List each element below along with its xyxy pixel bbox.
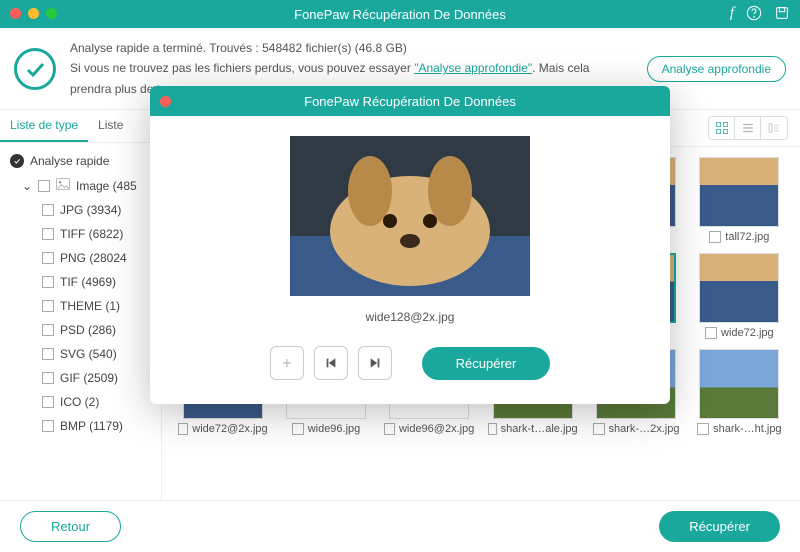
tree-item[interactable]: BMP (1179): [0, 414, 161, 438]
success-check-icon: [14, 48, 56, 90]
summary-line1: Analyse rapide a terminé. Trouvés : 5484…: [70, 38, 633, 58]
detail-view-icon[interactable]: [761, 117, 787, 139]
maximize-window-icon[interactable]: [46, 8, 57, 19]
grid-cell[interactable]: wide72.jpg: [693, 253, 786, 339]
preview-image: [290, 136, 530, 296]
app-title: FonePaw Récupération De Données: [294, 7, 506, 22]
minimize-window-icon[interactable]: [28, 8, 39, 19]
tree-item[interactable]: SVG (540): [0, 342, 161, 366]
tree-item[interactable]: ICO (2): [0, 390, 161, 414]
sidebar: Liste de type Liste Analyse rapide ⌄ Ima…: [0, 110, 162, 500]
help-icon[interactable]: [746, 5, 762, 24]
recover-button[interactable]: Récupérer: [659, 511, 780, 542]
next-button[interactable]: [358, 346, 392, 380]
tree-item[interactable]: GIF (2509): [0, 366, 161, 390]
facebook-icon[interactable]: f: [730, 5, 734, 24]
tree-item[interactable]: PSD (286): [0, 318, 161, 342]
fullscreen-button[interactable]: [270, 346, 304, 380]
tree-item[interactable]: TIF (4969): [0, 270, 161, 294]
back-button[interactable]: Retour: [20, 511, 121, 542]
file-type-tree: Analyse rapide ⌄ Image (485 JPG (3934) T…: [0, 143, 161, 444]
deep-scan-link[interactable]: "Analyse approfondie": [414, 61, 532, 75]
grid-cell[interactable]: shark-…ht.jpg: [693, 349, 786, 435]
tree-group-image[interactable]: ⌄ Image (485: [0, 173, 161, 198]
prev-button[interactable]: [314, 346, 348, 380]
tree-item[interactable]: PNG (28024: [0, 246, 161, 270]
modal-close-icon[interactable]: [160, 96, 171, 107]
grid-cell[interactable]: tall72.jpg: [693, 157, 786, 243]
tree-item[interactable]: THEME (1): [0, 294, 161, 318]
modal-title: FonePaw Récupération De Données: [304, 94, 516, 109]
tree-root[interactable]: Analyse rapide: [0, 149, 161, 173]
view-switch[interactable]: [708, 116, 788, 140]
preview-modal: FonePaw Récupération De Données wide128@…: [150, 86, 670, 404]
close-window-icon[interactable]: [10, 8, 21, 19]
chevron-down-icon[interactable]: ⌄: [22, 179, 32, 193]
modal-recover-button[interactable]: Récupérer: [422, 347, 551, 380]
grid-view-icon[interactable]: [709, 117, 735, 139]
footer: Retour Récupérer: [0, 500, 800, 552]
tab-path-list[interactable]: Liste: [88, 110, 133, 142]
image-icon: [56, 178, 70, 193]
list-view-icon[interactable]: [735, 117, 761, 139]
window-titlebar: FonePaw Récupération De Données f: [0, 0, 800, 28]
deep-scan-button[interactable]: Analyse approfondie: [647, 56, 786, 82]
save-icon[interactable]: [774, 5, 790, 24]
tab-type-list[interactable]: Liste de type: [0, 110, 88, 142]
checkbox[interactable]: [38, 180, 50, 192]
tree-item[interactable]: TIFF (6822): [0, 222, 161, 246]
tree-item[interactable]: JPG (3934): [0, 198, 161, 222]
preview-filename: wide128@2x.jpg: [366, 310, 455, 324]
